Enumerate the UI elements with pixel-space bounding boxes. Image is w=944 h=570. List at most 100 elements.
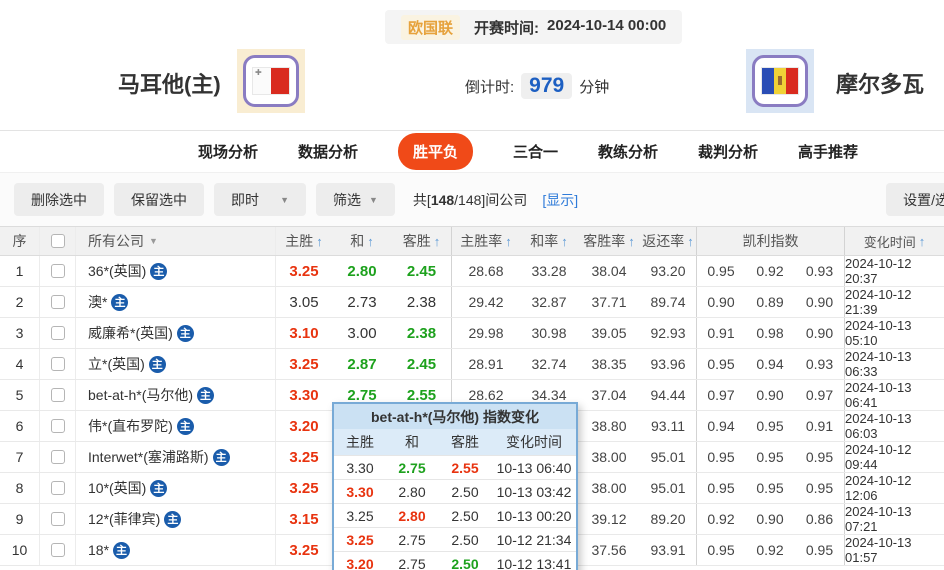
popup-draw-odds: 2.75 — [386, 528, 438, 551]
tab-裁判分析[interactable]: 裁判分析 — [698, 141, 758, 162]
countdown-label: 倒计时: — [465, 76, 514, 97]
col-change-time[interactable]: 变化时间↑ — [845, 227, 944, 255]
kelly-draw: 0.95 — [745, 473, 795, 503]
col-return-rate[interactable]: 返还率↑ — [640, 227, 697, 255]
return-rate: 89.20 — [640, 504, 697, 534]
away-team-flag — [746, 49, 814, 113]
main-company-badge-icon: 主 — [213, 449, 230, 466]
kelly-away: 0.93 — [795, 349, 845, 379]
row-index: 6 — [0, 411, 40, 441]
away-team-name: 摩尔多瓦 — [836, 67, 924, 99]
tab-数据分析[interactable]: 数据分析 — [298, 141, 358, 162]
start-time: 开赛时间: 2024-10-14 00:00 — [474, 17, 666, 38]
row-checkbox[interactable] — [51, 419, 65, 433]
company-name[interactable]: Interwet*(塞浦路斯) — [88, 447, 209, 467]
company-name[interactable]: 18* — [88, 542, 109, 558]
kelly-draw: 0.89 — [745, 287, 795, 317]
time-mode-dropdown[interactable]: 即时 ▼ — [214, 183, 306, 216]
popup-row: 3.202.752.5010-12 13:41 — [334, 551, 576, 570]
home-odds: 3.15 — [276, 504, 332, 534]
company-name[interactable]: 12*(菲律宾) — [88, 509, 160, 529]
company-cell[interactable]: Interwet*(塞浦路斯)主 — [76, 442, 276, 472]
col-draw-odds[interactable]: 和↑ — [332, 227, 392, 255]
popup-draw-odds: 2.80 — [386, 480, 438, 503]
company-cell[interactable]: 10*(英国)主 — [76, 473, 276, 503]
kelly-home: 0.95 — [697, 473, 745, 503]
table-row[interactable]: 3威廉希*(英国)主3.103.002.3829.9830.9839.0592.… — [0, 318, 944, 349]
table-row[interactable]: 4立*(英国)主3.252.872.4528.9132.7438.3593.96… — [0, 349, 944, 380]
popup-change-time: 10-13 06:40 — [492, 456, 576, 479]
kelly-draw: 0.90 — [745, 504, 795, 534]
settings-button[interactable]: 设置/选 — [886, 183, 944, 216]
company-cell[interactable]: 18*主 — [76, 535, 276, 565]
row-checkbox[interactable] — [51, 481, 65, 495]
chevron-down-icon: ▼ — [280, 195, 289, 205]
row-checkbox[interactable] — [51, 264, 65, 278]
row-checkbox[interactable] — [51, 543, 65, 557]
row-checkbox[interactable] — [51, 326, 65, 340]
row-checkbox[interactable] — [51, 295, 65, 309]
company-name[interactable]: 伟*(直布罗陀) — [88, 416, 173, 436]
col-away-rate[interactable]: 客胜率↑ — [578, 227, 640, 255]
popup-draw-odds: 2.75 — [386, 456, 438, 479]
company-cell[interactable]: 12*(菲律宾)主 — [76, 504, 276, 534]
tab-教练分析[interactable]: 教练分析 — [598, 141, 658, 162]
table-row[interactable]: 136*(英国)主3.252.802.4528.6833.2838.0493.2… — [0, 256, 944, 287]
start-time-label: 开赛时间: — [474, 17, 539, 38]
company-name[interactable]: 10*(英国) — [88, 478, 146, 498]
popup-change-time: 10-13 03:42 — [492, 480, 576, 503]
company-name[interactable]: 威廉希*(英国) — [88, 323, 173, 343]
col-home-rate[interactable]: 主胜率↑ — [452, 227, 520, 255]
away-rate: 38.80 — [578, 411, 640, 441]
tab-胜平负[interactable]: 胜平负 — [398, 133, 473, 170]
change-time: 2024-10-13 05:10 — [845, 318, 944, 348]
col-company[interactable]: 所有公司▼ — [76, 227, 276, 255]
kelly-home: 0.97 — [697, 380, 745, 410]
home-odds: 3.25 — [276, 535, 332, 565]
select-all-checkbox[interactable] — [51, 234, 65, 248]
tab-高手推荐[interactable]: 高手推荐 — [798, 141, 858, 162]
company-cell[interactable]: 澳*主 — [76, 287, 276, 317]
col-away-odds[interactable]: 客胜↑ — [392, 227, 452, 255]
away-odds: 2.45 — [392, 256, 452, 286]
tab-三合一[interactable]: 三合一 — [513, 141, 558, 162]
away-rate: 39.05 — [578, 318, 640, 348]
row-checkbox[interactable] — [51, 357, 65, 371]
keep-selected-button[interactable]: 保留选中 — [114, 183, 204, 216]
filter-dropdown[interactable]: 筛选 ▼ — [316, 183, 395, 216]
sort-up-icon: ↑ — [316, 234, 323, 249]
start-time-value: 2024-10-14 00:00 — [547, 17, 666, 38]
change-time: 2024-10-12 21:39 — [845, 287, 944, 317]
col-index: 序 — [0, 227, 40, 255]
popup-home-odds: 3.25 — [334, 504, 386, 527]
col-home-odds[interactable]: 主胜↑ — [276, 227, 332, 255]
filter-label: 筛选 — [333, 190, 361, 210]
row-checkbox[interactable] — [51, 450, 65, 464]
company-cell[interactable]: 伟*(直布罗陀)主 — [76, 411, 276, 441]
main-company-badge-icon: 主 — [111, 294, 128, 311]
delete-selected-button[interactable]: 删除选中 — [14, 183, 104, 216]
show-link[interactable]: [显示] — [542, 190, 578, 210]
row-checkbox[interactable] — [51, 388, 65, 402]
company-cell[interactable]: bet-at-h*(马尔他)主 — [76, 380, 276, 410]
company-cell[interactable]: 威廉希*(英国)主 — [76, 318, 276, 348]
company-name[interactable]: 36*(英国) — [88, 261, 146, 281]
moldova-flag-icon — [762, 68, 798, 94]
change-time: 2024-10-12 20:37 — [845, 256, 944, 286]
popup-body: 3.302.752.5510-13 06:403.302.802.5010-13… — [334, 455, 576, 570]
row-checkbox[interactable] — [51, 512, 65, 526]
tab-现场分析[interactable]: 现场分析 — [198, 141, 258, 162]
kelly-home: 0.95 — [697, 442, 745, 472]
return-rate: 93.11 — [640, 411, 697, 441]
company-cell[interactable]: 立*(英国)主 — [76, 349, 276, 379]
company-cell[interactable]: 36*(英国)主 — [76, 256, 276, 286]
company-name[interactable]: 澳* — [88, 292, 107, 312]
kelly-draw: 0.92 — [745, 256, 795, 286]
change-time: 2024-10-13 06:41 — [845, 380, 944, 410]
col-draw-rate[interactable]: 和率↑ — [520, 227, 578, 255]
company-name[interactable]: bet-at-h*(马尔他) — [88, 385, 193, 405]
change-time: 2024-10-12 12:06 — [845, 473, 944, 503]
company-name[interactable]: 立*(英国) — [88, 354, 145, 374]
change-time: 2024-10-13 06:03 — [845, 411, 944, 441]
table-row[interactable]: 2澳*主3.052.732.3829.4232.8737.7189.740.90… — [0, 287, 944, 318]
